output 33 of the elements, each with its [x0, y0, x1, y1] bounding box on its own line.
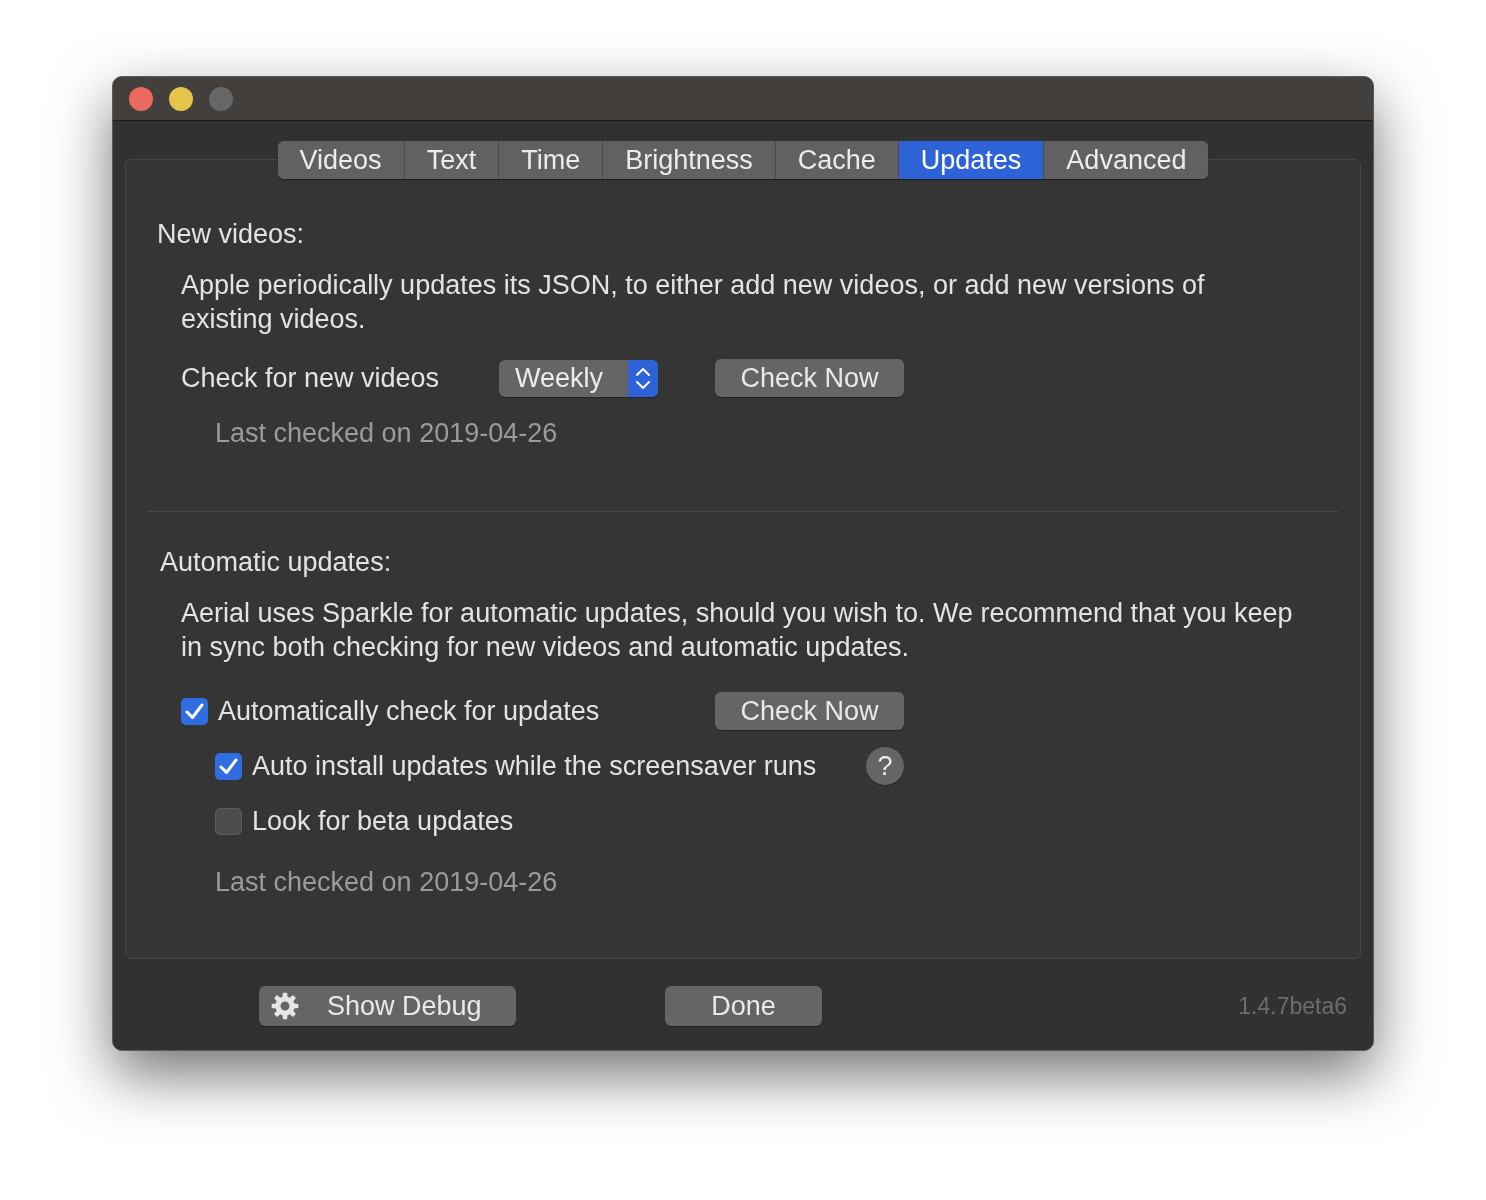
checkbox-label: Auto install updates while the screensaver runs [252, 749, 817, 783]
tab[interactable]: Videos [277, 141, 404, 179]
tab[interactable]: Brightness [602, 141, 775, 179]
section-heading: New videos: [157, 217, 306, 251]
section-heading: Automatic updates: [160, 545, 393, 579]
checkbox-label: Look for beta updates [252, 804, 514, 838]
chevrons-icon [628, 359, 658, 397]
gear-icon [271, 992, 299, 1020]
checkbox-label: Automatically check for updates [218, 694, 600, 728]
show-debug-button[interactable]: Show Debug [259, 986, 516, 1026]
checkbox[interactable] [181, 697, 208, 725]
done-button[interactable]: Done [665, 986, 822, 1026]
last-checked-text: Last checked on 2019-04-26 [215, 865, 559, 899]
tab[interactable]: Cache [774, 141, 898, 179]
checkbox[interactable] [215, 752, 242, 780]
checkbox[interactable] [215, 807, 242, 835]
description-text: Aerial uses Sparkle for automatic updates, should you wish to. We recommend that you keep in sync both checking for new videos and automatic updates. [181, 597, 1294, 664]
check-now-button[interactable]: Check Now [715, 692, 904, 730]
tab[interactable]: Updates [897, 141, 1044, 179]
frequency-dropdown[interactable]: Weekly [499, 359, 658, 397]
frequency-label: Check for new videos [181, 361, 441, 395]
check-now-button[interactable]: Check Now [715, 359, 904, 397]
version-text: 1.4.7beta6 [1238, 991, 1347, 1021]
close-button[interactable] [129, 86, 153, 111]
tab[interactable]: Time [498, 141, 603, 179]
tab[interactable]: Advanced [1043, 141, 1209, 179]
checkmark-icon [219, 757, 238, 775]
tab[interactable]: Text [403, 141, 499, 179]
help-button[interactable]: ? [866, 747, 904, 785]
minimize-button[interactable] [169, 86, 193, 111]
checkmark-icon [185, 702, 204, 720]
description-text: Apple periodically updates its JSON, to either add new videos, or add new versions of existing videos. [181, 269, 1206, 336]
last-checked-text: Last checked on 2019-04-26 [215, 416, 559, 450]
